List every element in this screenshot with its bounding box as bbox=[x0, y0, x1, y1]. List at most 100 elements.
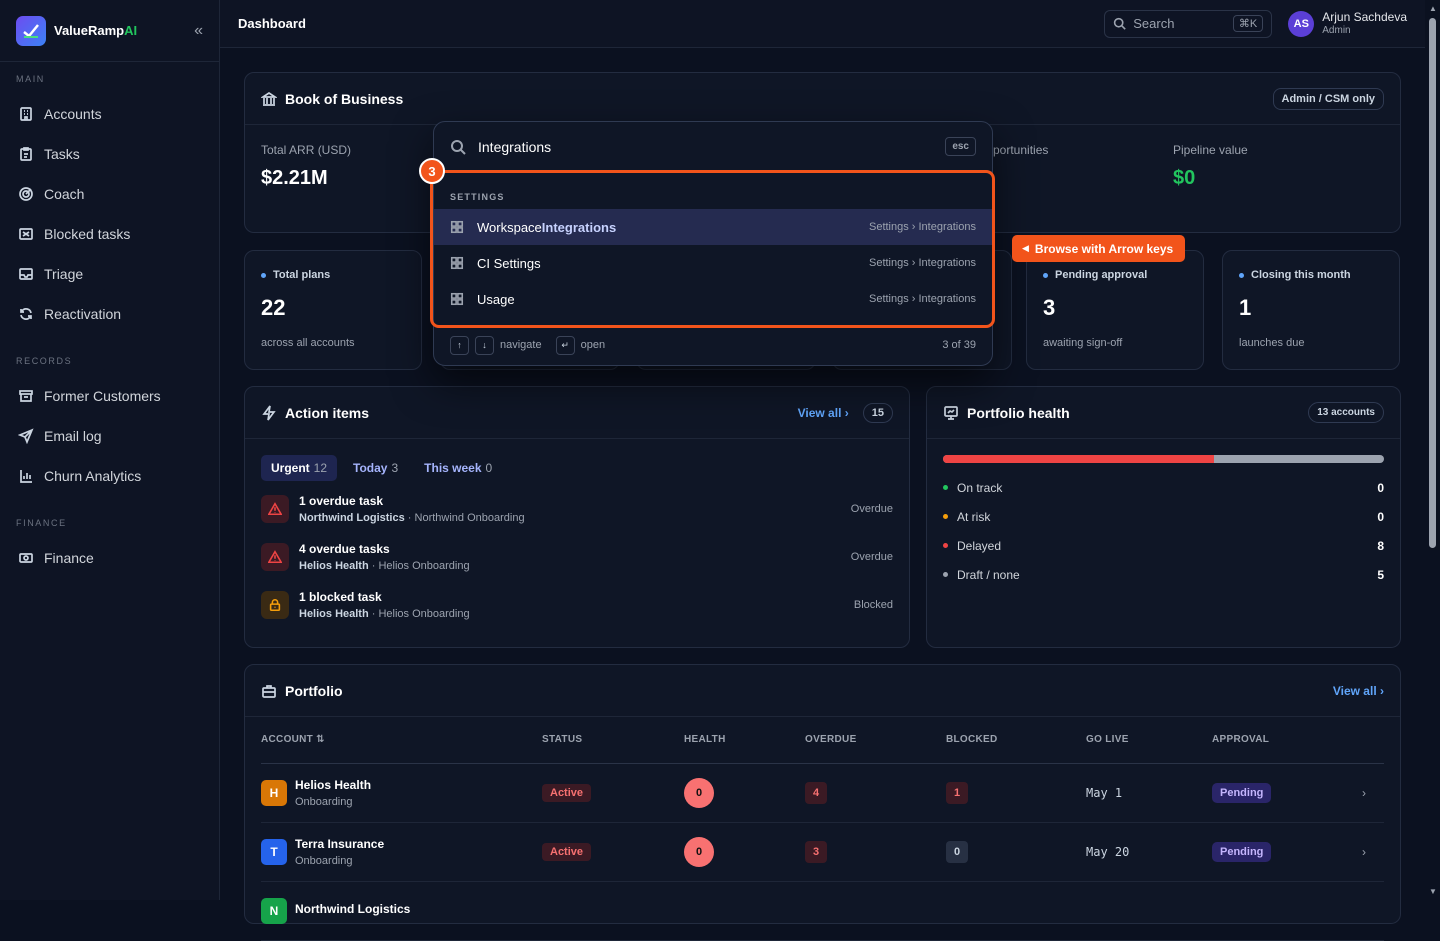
bank-icon bbox=[261, 91, 277, 106]
column-header[interactable]: GO LIVE bbox=[1086, 717, 1212, 764]
action-icon bbox=[261, 543, 289, 571]
status-text: Overdue bbox=[850, 503, 893, 515]
status-text: Blocked bbox=[853, 599, 893, 611]
brand: ValueRampAI « bbox=[0, 0, 219, 62]
portfolio-table: ACCOUNT ⇅ STATUS HEALTH OVERDUE BLOCKED GO LI… bbox=[261, 717, 1384, 941]
status-badge: Active bbox=[542, 783, 592, 802]
column-header[interactable]: HEALTH bbox=[684, 717, 805, 764]
chevron-right-icon[interactable]: › bbox=[1362, 786, 1366, 800]
sidebar-item-tasks[interactable]: Tasks bbox=[0, 134, 219, 174]
hint-navigate: navigate bbox=[500, 339, 542, 351]
account-cell: N Northwind Logistics bbox=[261, 881, 542, 941]
user-role: Admin bbox=[1322, 24, 1351, 36]
card-title: Book of Business bbox=[285, 90, 404, 107]
esc-key[interactable]: esc bbox=[945, 137, 976, 156]
action-text: 1 overdue task Northwind Logistics · Nort… bbox=[299, 494, 525, 524]
card-header: Portfolio health 13 accounts bbox=[927, 387, 1400, 439]
list-item[interactable]: 1 blocked task Helios Health · Helios Onb… bbox=[245, 581, 909, 629]
column-header[interactable]: BLOCKED bbox=[946, 717, 1086, 764]
column-header[interactable]: OVERDUE bbox=[805, 717, 946, 764]
list-item[interactable]: 4 overdue tasks Helios Health · Helios On… bbox=[245, 533, 909, 581]
search-icon bbox=[1114, 17, 1127, 30]
stat-pending-approval[interactable]: Pending approval 3 awaiting sign-off bbox=[1026, 250, 1204, 370]
action-tabs: Urgent 12 Today 3 This week 0 bbox=[245, 439, 909, 481]
action-items-card: Action items View all › 15 Urgent 12 Today… bbox=[244, 386, 910, 648]
sidebar-item-label: Email log bbox=[44, 428, 102, 444]
scroll-down-icon[interactable]: ▼ bbox=[1429, 887, 1437, 896]
sidebar-item-former-customers[interactable]: Former Customers bbox=[0, 376, 219, 416]
health-score: 0 bbox=[684, 836, 714, 867]
sidebar-item-label: Tasks bbox=[44, 146, 80, 162]
sidebar-item-triage[interactable]: Triage bbox=[0, 254, 219, 294]
column-header[interactable]: APPROVAL bbox=[1212, 717, 1384, 764]
overdue-count: 4 bbox=[805, 781, 827, 804]
tour-highlight bbox=[430, 170, 995, 328]
action-list: 1 overdue task Northwind Logistics · Nort… bbox=[245, 485, 909, 629]
overdue-count: 3 bbox=[805, 840, 827, 863]
card-title: Portfolio bbox=[285, 682, 343, 699]
avatar: AS bbox=[1288, 10, 1315, 37]
sidebar-item-coach[interactable]: Coach bbox=[0, 174, 219, 214]
page-title: Dashboard bbox=[238, 16, 306, 31]
admin-badge: Admin / CSM only bbox=[1272, 87, 1384, 110]
list-item[interactable]: 1 overdue task Northwind Logistics · Nort… bbox=[245, 485, 909, 533]
warning-icon bbox=[268, 550, 282, 564]
tab-urgent[interactable]: Urgent 12 bbox=[261, 455, 338, 481]
approval-badge: Pending bbox=[1212, 782, 1272, 803]
tab-this-week[interactable]: This week 0 bbox=[414, 455, 502, 481]
sidebar-item-accounts[interactable]: Accounts bbox=[0, 94, 219, 134]
table-header: ACCOUNT ⇅ STATUS HEALTH OVERDUE BLOCKED GO LI… bbox=[261, 717, 1384, 764]
page-scrollbar[interactable]: ▲ ▼ bbox=[1425, 0, 1440, 900]
sidebar-item-finance[interactable]: Finance bbox=[0, 538, 219, 578]
column-header[interactable]: STATUS bbox=[542, 717, 684, 764]
result-position: 3 of 39 bbox=[942, 339, 976, 351]
sidebar-item-label: Accounts bbox=[44, 106, 102, 122]
chevron-right-icon[interactable]: › bbox=[1362, 845, 1366, 859]
sidebar-item-churn-analytics[interactable]: Churn Analytics bbox=[0, 456, 219, 496]
table-row[interactable]: T Terra Insurance Onboarding Active 0 3 0 May 2… bbox=[261, 822, 1384, 882]
account-cell: T Terra Insurance Onboarding bbox=[261, 822, 542, 882]
stat-sub: awaiting sign-off bbox=[1043, 337, 1123, 349]
collapse-sidebar-icon[interactable]: « bbox=[194, 22, 203, 40]
scroll-thumb[interactable] bbox=[1429, 18, 1436, 548]
column-header[interactable]: ACCOUNT ⇅ bbox=[261, 717, 542, 764]
sidebar-item-blocked-tasks[interactable]: Blocked tasks bbox=[0, 214, 219, 254]
palette-query: Integrations bbox=[478, 138, 552, 155]
sidebar-item-label: Coach bbox=[44, 186, 85, 202]
sidebar-item-email-log[interactable]: Email log bbox=[0, 416, 219, 456]
view-all-link[interactable]: View all › bbox=[1333, 684, 1384, 698]
sidebar-item-reactivation[interactable]: Reactivation bbox=[0, 294, 219, 334]
health-legend-row: Draft / none 5 bbox=[927, 560, 1400, 589]
go-live-date: May 1 bbox=[1086, 785, 1123, 800]
tour-step-badge: 3 bbox=[419, 158, 445, 184]
monitor-icon bbox=[944, 405, 958, 420]
tour-tooltip: ◀ Browse with Arrow keys bbox=[1012, 235, 1186, 262]
health-legend: On track 0 At risk 0 Delayed 8 Draft / none 5 bbox=[927, 473, 1400, 589]
stat-total-plans[interactable]: Total plans 22 across all accounts bbox=[244, 250, 422, 370]
palette-search-input[interactable]: Integrations esc bbox=[434, 122, 992, 172]
arrow-left-icon: ◀ bbox=[1022, 243, 1029, 253]
metric-value: $2.21M bbox=[261, 167, 328, 189]
scroll-up-icon[interactable]: ▲ bbox=[1429, 4, 1437, 13]
nav-section-label: FINANCE bbox=[16, 518, 67, 528]
metric-opportunities: portunities bbox=[993, 143, 1048, 157]
user-menu[interactable]: AS Arjun Sachdeva Admin bbox=[1288, 10, 1407, 37]
sidebar-item-label: Reactivation bbox=[44, 306, 122, 322]
table-row[interactable]: H Helios Health Onboarding Active 0 4 1 May 1 Pe… bbox=[261, 763, 1384, 823]
search-input[interactable]: Search ⌘K bbox=[1104, 9, 1273, 38]
sidebar-item-label: Churn Analytics bbox=[44, 468, 142, 484]
stat-closing-this-month[interactable]: Closing this month 1 launches due bbox=[1222, 250, 1400, 370]
health-bar bbox=[943, 455, 1384, 463]
tab-today[interactable]: Today 3 bbox=[343, 455, 408, 481]
stat-title: Closing this month bbox=[1239, 269, 1383, 281]
stat-value: 3 bbox=[1043, 295, 1056, 320]
metric-label: Total ARR (USD) bbox=[261, 143, 352, 157]
brand-name: ValueRampAI bbox=[54, 23, 138, 38]
card-title: Portfolio health bbox=[967, 404, 1070, 421]
metric-pipeline-value: Pipeline value $0 bbox=[1173, 143, 1248, 190]
view-all-link[interactable]: View all › bbox=[798, 406, 849, 420]
status-dot bbox=[943, 543, 948, 548]
go-live-date: May 20 bbox=[1086, 844, 1130, 859]
table-row[interactable]: N Northwind Logistics bbox=[261, 881, 1384, 941]
send-icon bbox=[18, 428, 34, 444]
